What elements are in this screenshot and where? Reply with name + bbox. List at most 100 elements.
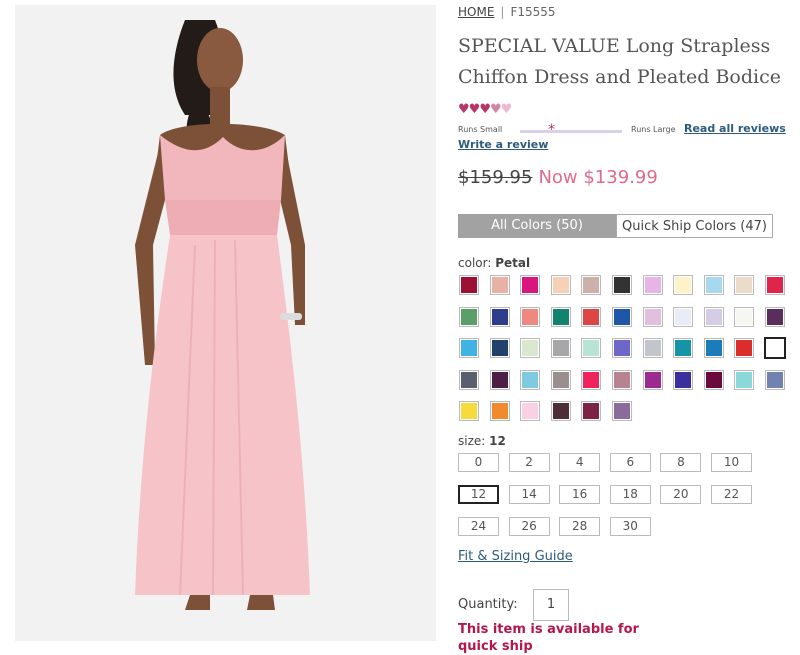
tab-quick-ship-colors[interactable]: Quick Ship Colors (47) [616, 214, 773, 238]
rating-heart-icon: ♥ [468, 102, 481, 117]
fit-sizing-guide-link[interactable]: Fit & Sizing Guide [458, 549, 573, 564]
write-review-link[interactable]: Write a review [458, 138, 548, 151]
color-swatch[interactable] [673, 369, 694, 390]
color-swatch[interactable] [581, 401, 602, 421]
quantity-input[interactable]: 1 [533, 589, 569, 621]
color-swatch[interactable] [612, 275, 632, 295]
size-option-6[interactable]: 6 [609, 453, 651, 472]
breadcrumb-sku: F15555 [510, 5, 556, 19]
size-option-28[interactable]: 28 [559, 517, 601, 536]
size-option-24[interactable]: 24 [458, 517, 499, 536]
color-swatch[interactable] [459, 306, 479, 327]
size-label: size: 12 [458, 434, 506, 448]
color-swatch[interactable] [703, 338, 724, 358]
color-swatch[interactable] [673, 338, 694, 358]
rating-heart-icon: ♥ [479, 102, 491, 117]
fit-runs-small-label: Runs Small [458, 125, 503, 134]
size-option-2[interactable]: 2 [508, 453, 550, 472]
size-option-16[interactable]: 16 [559, 485, 601, 504]
color-swatch[interactable] [489, 306, 510, 327]
color-swatch[interactable] [581, 306, 602, 327]
size-option-18[interactable]: 18 [609, 485, 651, 504]
size-option-14[interactable]: 14 [508, 485, 550, 504]
quantity-label: Quantity: [458, 597, 518, 612]
selected-color-name: Petal [495, 256, 531, 270]
size-option-0[interactable]: 0 [458, 453, 499, 472]
size-option-10[interactable]: 10 [711, 453, 752, 472]
color-swatch[interactable] [734, 369, 755, 390]
breadcrumb: HOME | F15555 [458, 5, 556, 19]
color-swatch[interactable] [642, 306, 663, 327]
color-swatch[interactable] [612, 369, 632, 390]
color-swatch[interactable] [520, 275, 541, 295]
product-title: SPECIAL VALUE Long Strapless Chiffon Dre… [458, 35, 781, 88]
color-swatch[interactable] [764, 337, 786, 359]
fit-scale-marker: * [548, 122, 555, 138]
color-swatch[interactable] [550, 306, 571, 327]
color-swatch[interactable] [489, 338, 510, 358]
color-swatch[interactable] [765, 306, 785, 327]
rating-heart-icon: ♥ [458, 102, 470, 117]
color-swatch[interactable] [612, 338, 632, 358]
color-swatch[interactable] [489, 275, 510, 295]
breadcrumb-separator: | [500, 5, 505, 19]
color-swatch[interactable] [581, 275, 602, 295]
color-swatch[interactable] [703, 275, 724, 295]
color-swatch[interactable] [673, 275, 694, 295]
size-option-8[interactable]: 8 [660, 453, 702, 472]
color-label-prefix: color: [458, 256, 492, 270]
color-swatch[interactable] [612, 401, 632, 421]
size-option-22[interactable]: 22 [711, 485, 752, 504]
color-swatch[interactable] [734, 275, 755, 295]
price: $159.95 Now $139.99 [458, 167, 658, 188]
color-swatch[interactable] [520, 338, 541, 358]
color-swatch[interactable] [489, 401, 510, 421]
color-swatch[interactable] [703, 369, 724, 390]
color-swatch[interactable] [550, 338, 571, 358]
color-swatch[interactable] [612, 306, 632, 327]
color-swatch[interactable] [459, 401, 479, 421]
model-in-dress-image [15, 5, 436, 641]
color-swatch[interactable] [489, 369, 510, 390]
size-option-30[interactable]: 30 [609, 517, 651, 536]
color-swatch[interactable] [520, 306, 541, 327]
color-swatch[interactable] [765, 275, 785, 295]
color-swatch[interactable] [459, 338, 479, 358]
size-option-20[interactable]: 20 [660, 485, 702, 504]
read-all-reviews-link[interactable]: Read all reviews [684, 122, 786, 135]
breadcrumb-home-link[interactable]: HOME [458, 5, 494, 19]
product-photo [15, 5, 436, 641]
color-swatch[interactable] [703, 306, 724, 327]
color-swatch[interactable] [550, 275, 571, 295]
rating-heart-icon: ♥ [489, 102, 502, 117]
color-swatch[interactable] [765, 369, 785, 390]
color-label: color: Petal [458, 256, 530, 270]
color-swatch[interactable] [459, 275, 479, 295]
color-swatch[interactable] [520, 369, 541, 390]
color-swatch[interactable] [673, 306, 694, 327]
color-swatch[interactable] [550, 369, 571, 390]
size-option-4[interactable]: 4 [559, 453, 601, 472]
size-grid: 0 2 4 6 8 10 12 14 16 18 20 22 24 26 28 30 [458, 453, 788, 543]
size-option-12[interactable]: 12 [458, 485, 499, 504]
color-swatch[interactable] [734, 306, 755, 327]
color-swatch[interactable] [581, 338, 602, 358]
sale-price: Now $139.99 [538, 167, 658, 188]
size-label-prefix: size: [458, 434, 486, 448]
rating-hearts: ♥♥♥♥♥ [458, 102, 512, 117]
color-swatch[interactable] [734, 338, 755, 358]
color-swatch[interactable] [459, 369, 479, 390]
color-swatch[interactable] [520, 401, 541, 421]
fit-runs-large-label: Runs Large [631, 125, 676, 134]
color-swatch[interactable] [642, 338, 663, 358]
fit-scale-track [520, 130, 622, 133]
color-filter-tabs: All Colors (50) Quick Ship Colors (47) [458, 214, 773, 238]
color-swatch[interactable] [642, 275, 663, 295]
original-price: $159.95 [458, 167, 533, 188]
tab-all-colors[interactable]: All Colors (50) [458, 214, 616, 238]
selected-size: 12 [489, 434, 506, 448]
color-swatch[interactable] [642, 369, 663, 390]
color-swatch[interactable] [581, 369, 602, 390]
color-swatch[interactable] [550, 401, 571, 421]
size-option-26[interactable]: 26 [508, 517, 550, 536]
